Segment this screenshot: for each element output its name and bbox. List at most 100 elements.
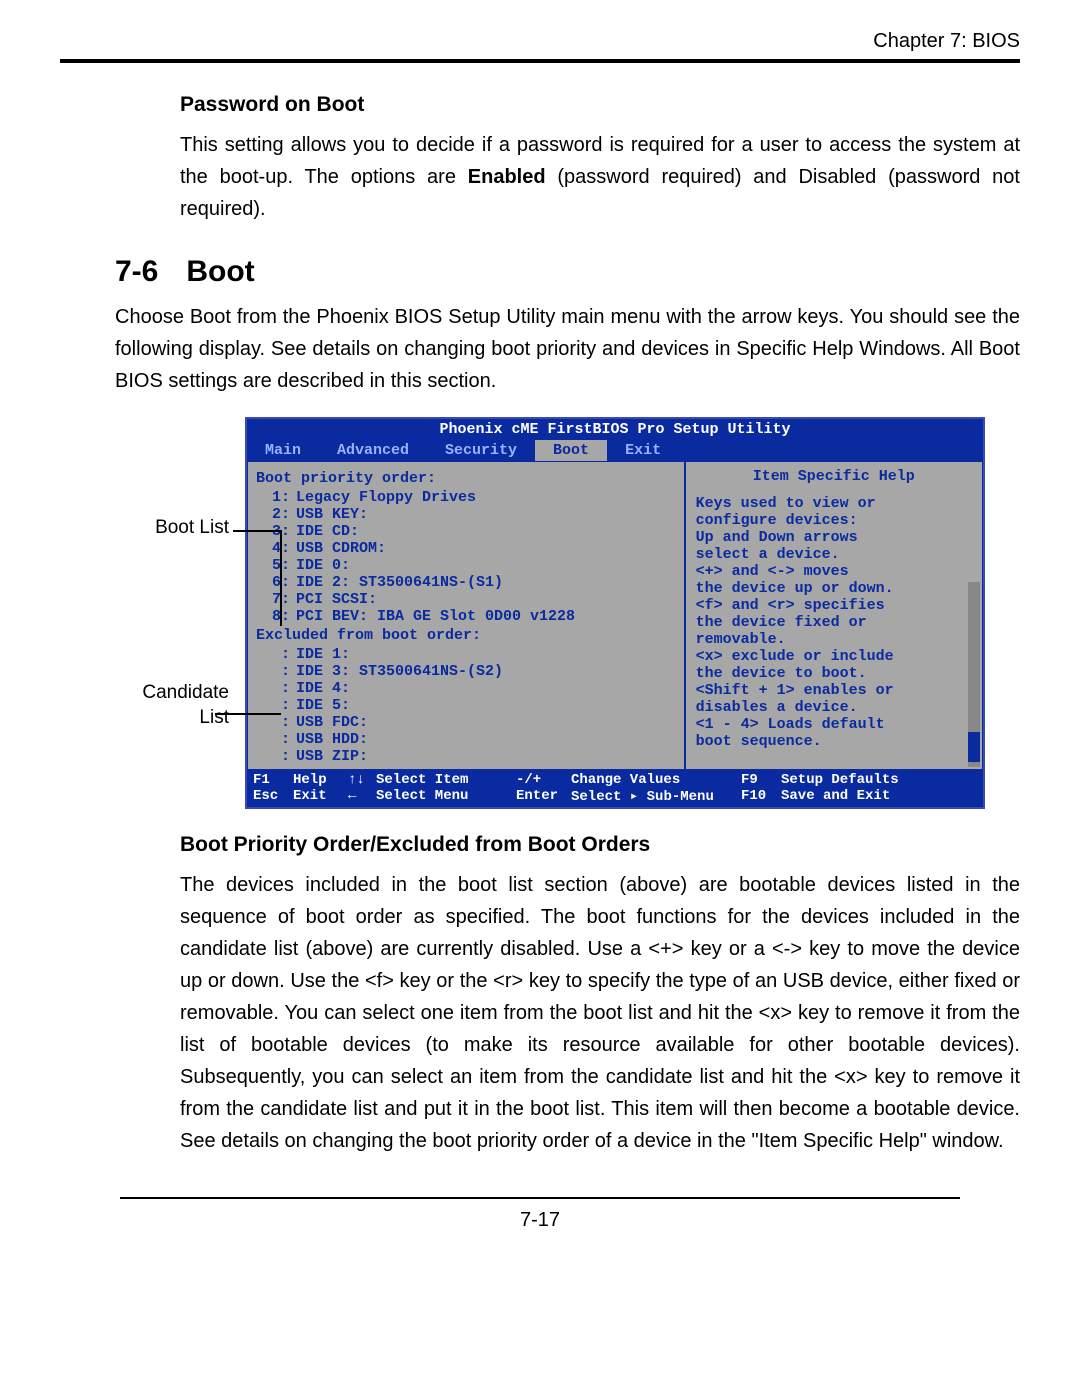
help-line: Keys used to view or bbox=[696, 495, 972, 512]
help-line: <x> exclude or include bbox=[696, 648, 972, 665]
list-item[interactable]: : USB HDD: bbox=[256, 731, 678, 748]
help-line: the device to boot. bbox=[696, 665, 972, 682]
scrollbar-down-icon[interactable]: ▼ bbox=[968, 753, 980, 767]
list-item[interactable]: 3:IDE CD: bbox=[256, 523, 678, 540]
key-enter: Enter bbox=[516, 788, 571, 805]
item-label: USB FDC: bbox=[296, 714, 678, 731]
item-label: USB HDD: bbox=[296, 731, 678, 748]
section-intro: Choose Boot from the Phoenix BIOS Setup … bbox=[115, 301, 1020, 397]
item-label: PCI SCSI: bbox=[296, 591, 678, 608]
item-label: IDE 1: bbox=[296, 646, 678, 663]
page-number: 7-17 bbox=[60, 1209, 1020, 1232]
callout-candidate-2: List bbox=[109, 707, 229, 729]
key-f9: F9 bbox=[741, 772, 781, 788]
key-f1: F1 bbox=[253, 772, 293, 788]
item-label: USB CDROM: bbox=[296, 540, 678, 557]
item-index: : bbox=[266, 663, 290, 680]
bios-left-pane[interactable]: Boot priority order: 1:Legacy Floppy Dri… bbox=[247, 461, 685, 770]
item-index: : bbox=[266, 731, 290, 748]
callout-boot-list: Boot List bbox=[109, 517, 229, 539]
bios-menu-boot[interactable]: Boot bbox=[535, 440, 607, 461]
item-label: IDE 5: bbox=[296, 697, 678, 714]
help-line: removable. bbox=[696, 631, 972, 648]
key-esc: Esc bbox=[253, 788, 293, 805]
bios-menubar[interactable]: MainAdvancedSecurityBootExit bbox=[247, 440, 983, 461]
key-plusminus-label: Change Values bbox=[571, 772, 741, 788]
item-index: : bbox=[266, 714, 290, 731]
help-line: Up and Down arrows bbox=[696, 529, 972, 546]
help-line: <1 - 4> Loads default bbox=[696, 716, 972, 733]
password-heading: Password on Boot bbox=[180, 93, 1020, 117]
order-paragraph: The devices included in the boot list se… bbox=[180, 869, 1020, 1157]
item-label: IDE 2: ST3500641NS-(S1) bbox=[296, 574, 678, 591]
item-index: : bbox=[266, 646, 290, 663]
list-item[interactable]: : IDE 4: bbox=[256, 680, 678, 697]
list-item[interactable]: 6: IDE 2: ST3500641NS-(S1) bbox=[256, 574, 678, 591]
key-f9-label: Setup Defaults bbox=[781, 772, 977, 788]
key-leftarrow-label: Select Menu bbox=[376, 788, 516, 805]
help-line: <f> and <r> specifies bbox=[696, 597, 972, 614]
list-item[interactable]: : IDE 1: bbox=[256, 646, 678, 663]
key-enter-label: Select ▸ Sub-Menu bbox=[571, 788, 741, 805]
password-paragraph: This setting allows you to decide if a p… bbox=[180, 129, 1020, 225]
bios-menu-advanced[interactable]: Advanced bbox=[319, 440, 427, 461]
item-label: IDE 0: bbox=[296, 557, 678, 574]
help-line: the device fixed or bbox=[696, 614, 972, 631]
item-index: 8: bbox=[266, 608, 290, 625]
help-line: boot sequence. bbox=[696, 733, 972, 750]
list-item[interactable]: 1:Legacy Floppy Drives bbox=[256, 489, 678, 506]
bios-menu-main[interactable]: Main bbox=[247, 440, 319, 461]
list-item[interactable]: : USB FDC: bbox=[256, 714, 678, 731]
item-label: PCI BEV: IBA GE Slot 0D00 v1228 bbox=[296, 608, 678, 625]
item-index: 2: bbox=[266, 506, 290, 523]
key-f10: F10 bbox=[741, 788, 781, 805]
bios-menu-exit[interactable]: Exit bbox=[607, 440, 679, 461]
help-line: the device up or down. bbox=[696, 580, 972, 597]
item-index: : bbox=[266, 680, 290, 697]
list-item[interactable]: 4: USB CDROM: bbox=[256, 540, 678, 557]
item-index: : bbox=[266, 697, 290, 714]
item-index: : bbox=[266, 748, 290, 765]
footer-rule bbox=[120, 1197, 960, 1199]
list-item[interactable]: 2: USB KEY: bbox=[256, 506, 678, 523]
item-label: Legacy Floppy Drives bbox=[296, 489, 678, 506]
pwd-text-bold: Enabled bbox=[468, 166, 546, 188]
callout-line bbox=[233, 530, 281, 532]
item-label: IDE CD: bbox=[296, 523, 678, 540]
key-arrows: ↑↓ bbox=[348, 772, 376, 788]
section-number: 7-6 bbox=[115, 255, 158, 289]
section-name: Boot bbox=[186, 255, 254, 289]
help-line: <+> and <-> moves bbox=[696, 563, 972, 580]
order-heading: Boot Priority Order/Excluded from Boot O… bbox=[180, 833, 1020, 857]
bios-footer: F1 Help ↑↓ Select Item -/+ Change Values… bbox=[247, 770, 983, 807]
list-item[interactable]: 7: PCI SCSI: bbox=[256, 591, 678, 608]
figure-callouts: Boot List Candidate List bbox=[115, 417, 245, 809]
bios-help-pane: Item Specific Help Keys used to view orc… bbox=[685, 461, 983, 770]
item-label: IDE 4: bbox=[296, 680, 678, 697]
help-line: configure devices: bbox=[696, 512, 972, 529]
help-line: select a device. bbox=[696, 546, 972, 563]
list-item[interactable]: 8: PCI BEV: IBA GE Slot 0D00 v1228 bbox=[256, 608, 678, 625]
bios-figure: Boot List Candidate List Phoenix cME Fir… bbox=[115, 417, 1020, 809]
excluded-header: Excluded from boot order: bbox=[256, 627, 678, 644]
list-item[interactable]: :USB ZIP: bbox=[256, 748, 678, 765]
item-index: 4: bbox=[266, 540, 290, 557]
list-item[interactable]: 5: IDE 0: bbox=[256, 557, 678, 574]
item-index: 6: bbox=[266, 574, 290, 591]
key-f10-label: Save and Exit bbox=[781, 788, 977, 805]
callout-line bbox=[280, 530, 282, 626]
item-index: 7: bbox=[266, 591, 290, 608]
help-title: Item Specific Help bbox=[696, 468, 972, 485]
list-item[interactable]: : IDE 5: bbox=[256, 697, 678, 714]
key-arrows-label: Select Item bbox=[376, 772, 516, 788]
list-item[interactable]: : IDE 3: ST3500641NS-(S2) bbox=[256, 663, 678, 680]
bios-menu-security[interactable]: Security bbox=[427, 440, 535, 461]
callout-candidate: Candidate bbox=[109, 682, 229, 704]
item-label: USB KEY: bbox=[296, 506, 678, 523]
key-plusminus: -/+ bbox=[516, 772, 571, 788]
item-label: IDE 3: ST3500641NS-(S2) bbox=[296, 663, 678, 680]
help-scrollbar[interactable]: ▼ bbox=[968, 582, 980, 767]
item-index: 5: bbox=[266, 557, 290, 574]
chapter-header: Chapter 7: BIOS bbox=[60, 30, 1020, 53]
help-line: disables a device. bbox=[696, 699, 972, 716]
